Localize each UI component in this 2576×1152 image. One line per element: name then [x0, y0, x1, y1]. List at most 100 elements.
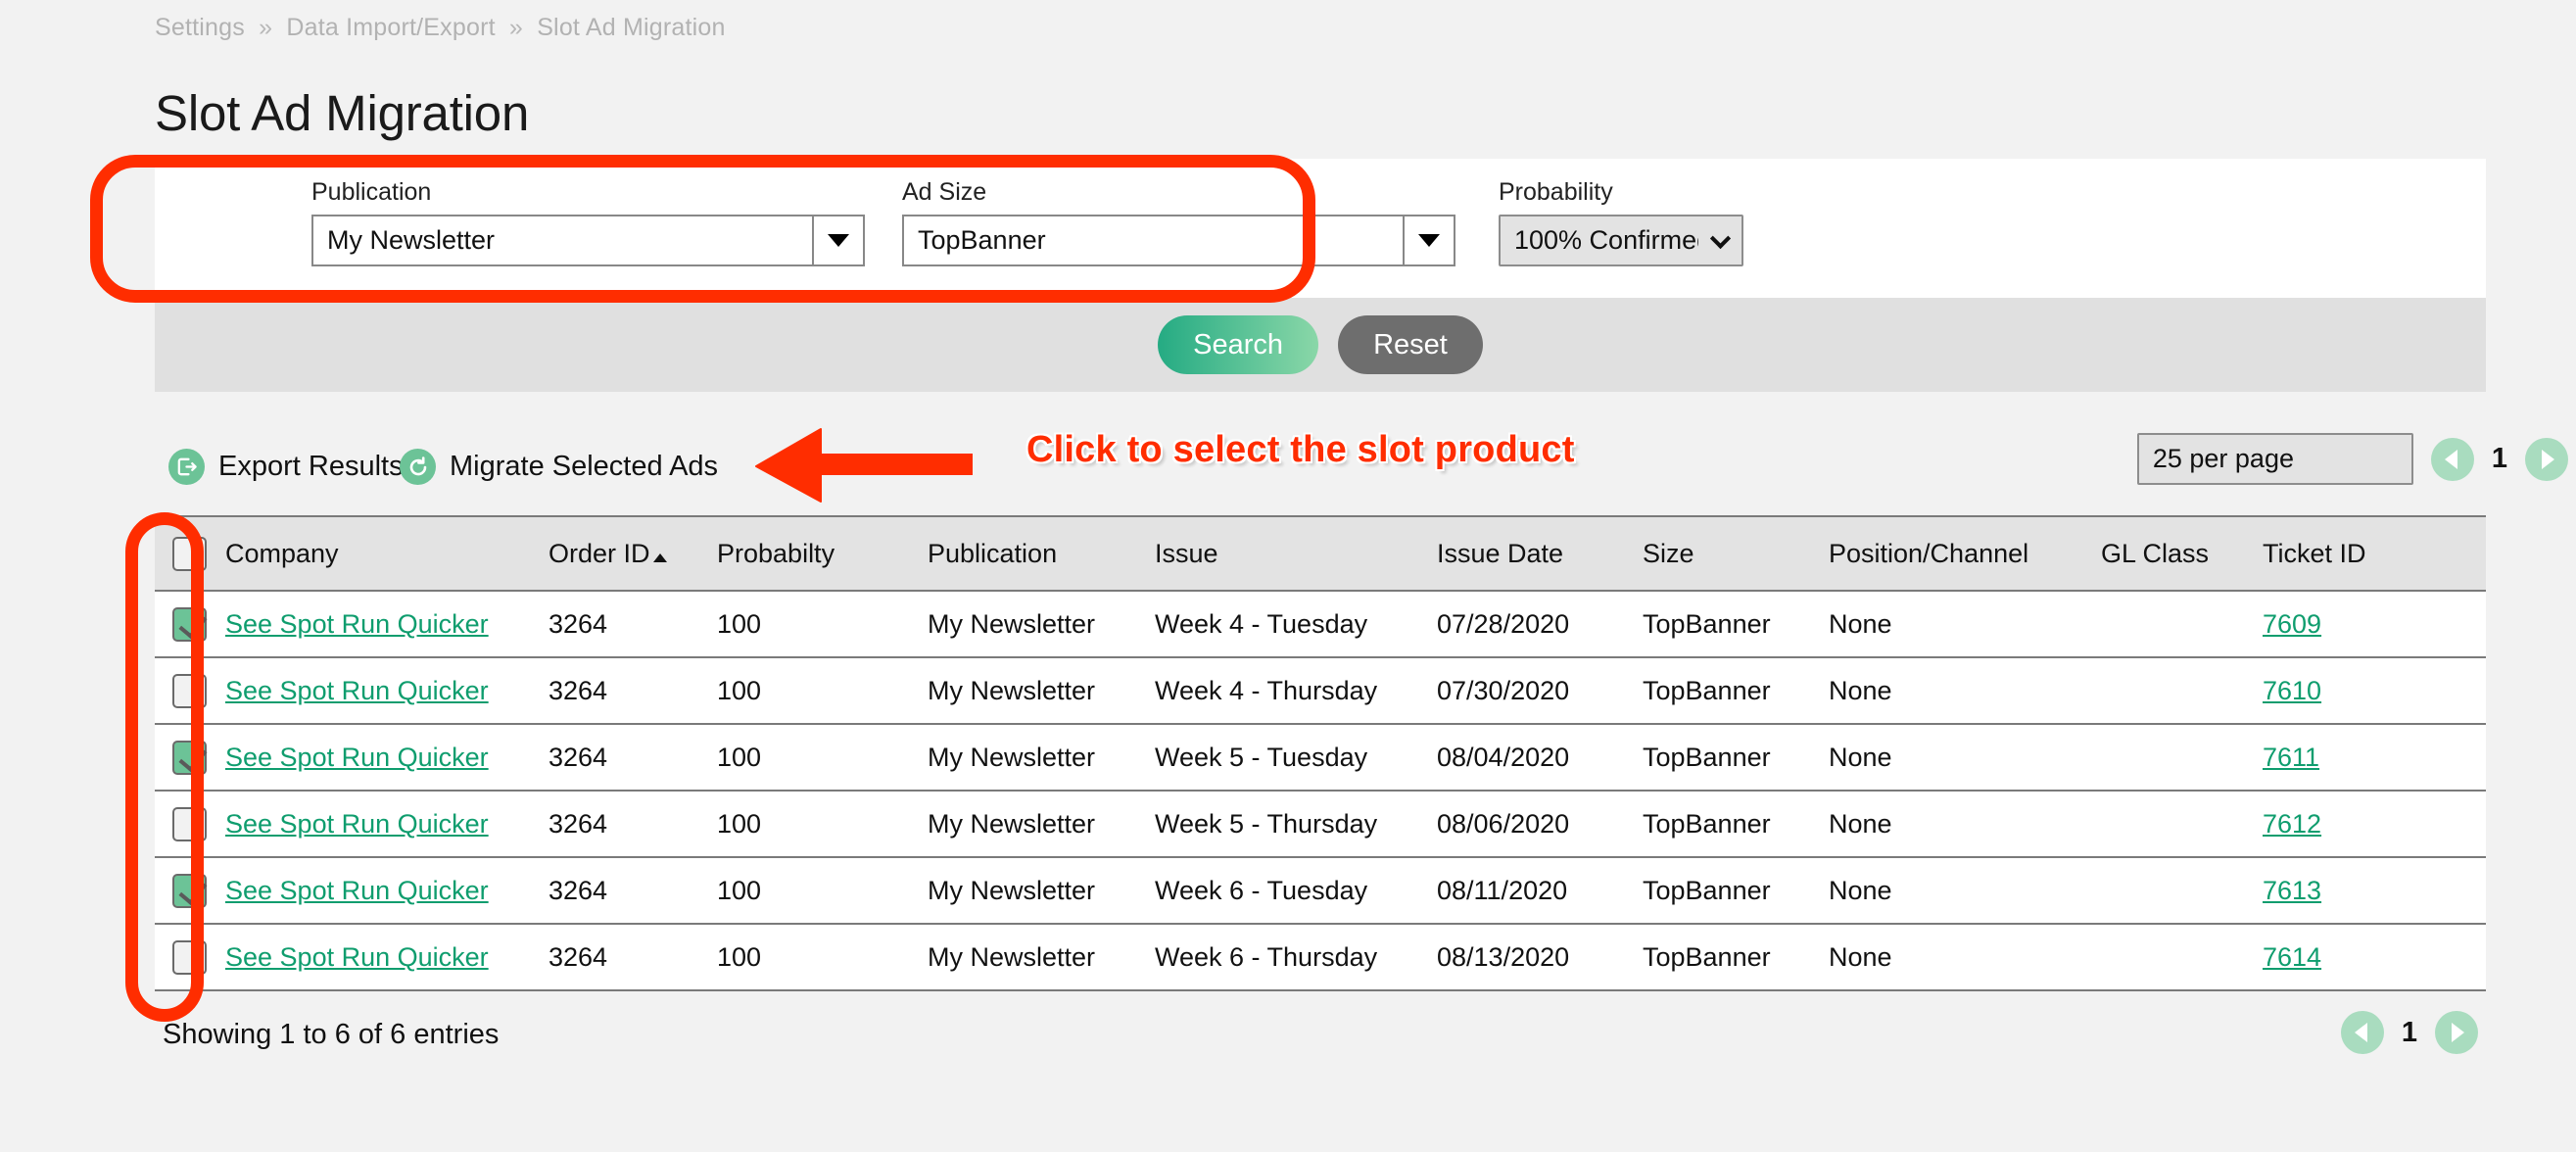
company-link-cell: See Spot Run Quicker [225, 591, 549, 658]
size-cell: TopBanner [1643, 591, 1829, 658]
header-issue-date[interactable]: Issue Date [1437, 515, 1643, 592]
row-select-checkbox[interactable] [172, 939, 207, 975]
header-order-id-label: Order ID [549, 538, 650, 568]
ticket-id-link[interactable]: 7610 [2263, 676, 2321, 705]
size-cell: TopBanner [1643, 791, 1829, 858]
ticket-id-link[interactable]: 7614 [2263, 942, 2321, 972]
size-cell: TopBanner [1643, 657, 1829, 725]
header-company[interactable]: Company [225, 515, 549, 592]
probability-select[interactable]: 100% Confirmed [1499, 215, 1743, 266]
company-link[interactable]: See Spot Run Quicker [225, 609, 489, 639]
chevron-left-icon [2354, 1023, 2367, 1042]
company-link[interactable]: See Spot Run Quicker [225, 942, 489, 972]
issue-cell: Week 6 - Tuesday [1155, 857, 1437, 925]
ticket-id-link-cell: 7610 [2263, 657, 2486, 725]
ticket-id-link[interactable]: 7612 [2263, 809, 2321, 839]
position-channel: None [1829, 808, 1892, 839]
page-size-select[interactable]: 25 per page [2136, 433, 2413, 485]
order-id: 3264 [549, 941, 608, 972]
issue-date: 08/11/2020 [1437, 875, 1568, 905]
probability-label: Probability [1499, 178, 1613, 206]
previous-page-button[interactable] [2430, 437, 2474, 481]
ad-size-select[interactable]: TopBanner [902, 215, 1455, 266]
company-link[interactable]: See Spot Run Quicker [225, 876, 489, 905]
position-channel: None [1829, 675, 1892, 705]
size: TopBanner [1643, 941, 1771, 972]
row-select-checkbox[interactable] [172, 873, 207, 908]
position-channel-cell: None [1829, 591, 2101, 658]
publication-select[interactable]: My Newsletter [311, 215, 865, 266]
order-id-cell: 3264 [549, 724, 717, 792]
company-link[interactable]: See Spot Run Quicker [225, 809, 489, 839]
issue-date: 07/28/2020 [1437, 608, 1570, 639]
table-footer: Showing 1 to 6 of 6 entries 1 [155, 1005, 2486, 1074]
issue-cell: Week 5 - Tuesday [1155, 724, 1437, 792]
next-page-button[interactable] [2435, 1011, 2478, 1054]
header-gl-class[interactable]: GL Class [2101, 515, 2263, 592]
breadcrumb-item-data-import-export[interactable]: Data Import/Export [286, 14, 495, 41]
size: TopBanner [1643, 808, 1771, 839]
ticket-id-link[interactable]: 7611 [2263, 743, 2319, 772]
row-select-checkbox[interactable] [172, 740, 207, 775]
header-issue[interactable]: Issue [1155, 515, 1437, 592]
publication: My Newsletter [928, 941, 1096, 972]
next-page-button[interactable] [2525, 437, 2568, 481]
size-cell: TopBanner [1643, 724, 1829, 792]
publication: My Newsletter [928, 608, 1096, 639]
probability: 100 [717, 742, 762, 772]
publication-value: My Newsletter [327, 225, 496, 255]
header-size[interactable]: Size [1643, 515, 1829, 592]
size-cell: TopBanner [1643, 857, 1829, 925]
header-position-channel[interactable]: Position/Channel [1829, 515, 2101, 592]
company-link-cell: See Spot Run Quicker [225, 791, 549, 858]
gl-class-cell [2101, 791, 2263, 858]
header-ticket-id[interactable]: Ticket ID [2263, 515, 2486, 592]
probability-cell: 100 [717, 591, 928, 658]
company-link[interactable]: See Spot Run Quicker [225, 676, 489, 705]
company-link-cell: See Spot Run Quicker [225, 724, 549, 792]
breadcrumb-item-settings[interactable]: Settings [155, 14, 245, 41]
reset-button[interactable]: Reset [1338, 315, 1483, 374]
publication-cell: My Newsletter [928, 591, 1155, 658]
table-row: See Spot Run Quicker 3264 100 My Newsletter… [155, 924, 2486, 991]
issue: Week 4 - Thursday [1155, 675, 1378, 705]
company-link-cell: See Spot Run Quicker [225, 657, 549, 725]
ticket-id-link-cell: 7612 [2263, 791, 2486, 858]
header-publication[interactable]: Publication [928, 515, 1155, 592]
current-page-number: 1 [2401, 1016, 2417, 1048]
position-channel-cell: None [1829, 657, 2101, 725]
order-id: 3264 [549, 608, 608, 639]
position-channel: None [1829, 742, 1892, 772]
migrate-selected-ads-button[interactable]: Migrate Selected Ads [400, 449, 718, 485]
gl-class-cell [2101, 591, 2263, 658]
header-order-id[interactable]: Order ID [549, 515, 717, 592]
publication: My Newsletter [928, 675, 1096, 705]
company-link[interactable]: See Spot Run Quicker [225, 743, 489, 772]
issue-cell: Week 4 - Tuesday [1155, 591, 1437, 658]
header-probability[interactable]: Probabilty [717, 515, 928, 592]
ticket-id-link[interactable]: 7613 [2263, 876, 2321, 905]
gl-class-cell [2101, 924, 2263, 991]
breadcrumb-separator: » [508, 14, 524, 41]
row-select-checkbox[interactable] [172, 806, 207, 841]
search-button[interactable]: Search [1158, 315, 1319, 374]
export-results-button[interactable]: Export Results [168, 449, 404, 485]
results-table-body: See Spot Run Quicker 3264 100 My Newsletter… [155, 591, 2486, 991]
row-select-checkbox[interactable] [172, 673, 207, 708]
chevron-down-icon[interactable] [812, 216, 863, 264]
ticket-id-link[interactable]: 7609 [2263, 609, 2321, 639]
select-all-checkbox[interactable] [172, 536, 207, 571]
row-select-cell [155, 591, 225, 658]
order-id: 3264 [549, 742, 608, 772]
chevron-down-icon[interactable] [1403, 216, 1454, 264]
table-row: See Spot Run Quicker 3264 100 My Newsletter… [155, 657, 2486, 725]
order-id-cell: 3264 [549, 791, 717, 858]
ticket-id-link-cell: 7614 [2263, 924, 2486, 991]
order-id: 3264 [549, 808, 608, 839]
slot-ad-migration-page: Settings » Data Import/Export » Slot Ad … [0, 0, 2576, 1152]
previous-page-button[interactable] [2340, 1011, 2384, 1054]
ad-size-value: TopBanner [918, 225, 1046, 255]
breadcrumb-item-slot-ad-migration[interactable]: Slot Ad Migration [537, 14, 725, 41]
issue-cell: Week 6 - Thursday [1155, 924, 1437, 991]
row-select-checkbox[interactable] [172, 606, 207, 642]
